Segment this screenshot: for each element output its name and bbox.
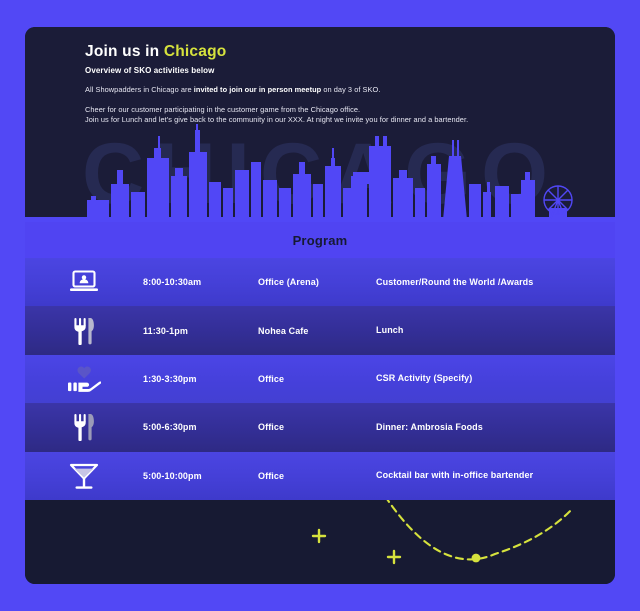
row-icon-cell	[25, 461, 143, 491]
hero-section: CHICAGO Join us in Chicago Overview of S…	[25, 27, 615, 222]
table-row[interactable]: 5:00-6:30pm Office Dinner: Ambrosia Food…	[25, 403, 615, 452]
row-time: 11:30-1pm	[143, 325, 188, 336]
row-place: Office	[258, 470, 285, 481]
event-card: CHICAGO Join us in Chicago Overview of S…	[25, 27, 615, 584]
row-time: 5:00-6:30pm	[143, 422, 197, 433]
row-description: CSR Activity (Specify)	[376, 373, 473, 384]
page-title: Join us in Chicago	[85, 43, 615, 61]
page-title-prefix: Join us in	[85, 43, 164, 60]
program-table: 8:00-10:30am Office (Arena) Customer/Rou…	[25, 258, 615, 501]
intro-p1-part1: All Showpadders in Chicago are	[85, 85, 194, 94]
row-icon-cell	[25, 269, 143, 295]
row-time: 8:00-10:30am	[143, 277, 202, 288]
row-place: Office	[258, 374, 285, 385]
hero-text-block: Join us in Chicago Overview of SKO activ…	[25, 27, 615, 126]
table-row[interactable]: 5:00-10:00pm Office Cocktail bar with in…	[25, 451, 615, 501]
chicago-skyline-illustration	[25, 124, 615, 222]
row-description: Cocktail bar with in-office bartender	[376, 470, 534, 481]
intro-paragraph-1: All Showpadders in Chicago are invited t…	[85, 85, 615, 96]
intro-paragraph-2-line-1: Cheer for our customer participating in …	[85, 104, 361, 114]
intro-p1-part2: on day 3 of SKO.	[321, 85, 381, 94]
row-place: Office	[258, 422, 285, 433]
row-place: Nohea Cafe	[258, 325, 309, 336]
fork-knife-icon	[74, 317, 94, 345]
laptop-person-icon	[70, 270, 98, 292]
row-time: 1:30-3:30pm	[143, 374, 197, 385]
row-description: Dinner: Ambrosia Foods	[376, 421, 483, 432]
page-subtitle: Overview of SKO activities below	[85, 66, 215, 75]
row-description: Lunch	[376, 325, 404, 336]
row-description: Customer/Round the World /Awards	[376, 276, 534, 287]
table-row[interactable]: 11:30-1pm Nohea Cafe Lunch	[25, 306, 615, 355]
decorative-chart	[25, 500, 615, 584]
row-time: 5:00-10:00pm	[143, 470, 202, 481]
hand-heart-icon	[68, 366, 101, 392]
intro-paragraph-2-line-2: Join us for Lunch and let's give back to…	[85, 115, 469, 125]
page-title-accent: Chicago	[163, 43, 227, 60]
table-row[interactable]: 8:00-10:30am Office (Arena) Customer/Rou…	[25, 258, 615, 307]
row-icon-cell	[25, 317, 143, 345]
program-header: Program	[25, 222, 615, 258]
row-place: Office (Arena)	[258, 277, 319, 288]
intro-p1-emphasis: invited to join our in person meetup	[193, 85, 322, 94]
row-icon-cell	[25, 365, 143, 393]
row-icon-cell	[25, 413, 143, 442]
program-header-label: Program	[292, 232, 348, 248]
table-row[interactable]: 1:30-3:30pm Office CSR Activity (Specify…	[25, 354, 615, 404]
fork-knife-icon	[74, 414, 94, 442]
martini-glass-icon	[69, 463, 99, 489]
